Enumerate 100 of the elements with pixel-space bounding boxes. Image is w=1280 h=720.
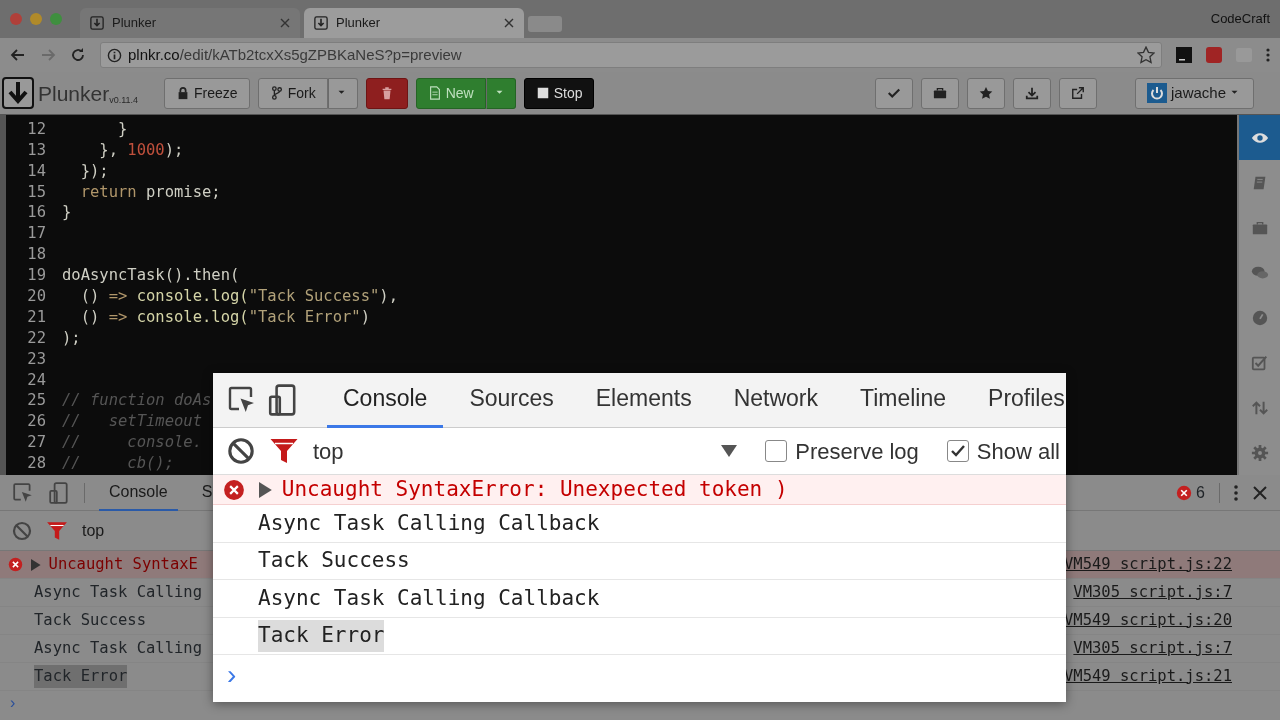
devtools-tab[interactable]: Timeline: [844, 372, 963, 428]
console-message: Uncaught SyntaxE: [48, 553, 198, 575]
checkbox-label: Preserve log: [795, 437, 919, 466]
dropdown-arrow-icon[interactable]: [721, 445, 738, 457]
line-number: 24: [26, 369, 46, 391]
context-selector[interactable]: top: [82, 518, 105, 543]
stop-icon: [535, 86, 550, 100]
error-icon: [223, 478, 245, 501]
reload-icon[interactable]: [70, 47, 86, 63]
arrows-icon: [1250, 398, 1269, 417]
code-line: () => console.log("Tack Error"): [79, 306, 370, 328]
console-message: Tack Error: [258, 620, 385, 652]
branch-icon: [269, 86, 284, 100]
code-line: // cb();: [62, 453, 174, 475]
line-number: 16: [26, 202, 46, 224]
check-icon: [886, 86, 901, 100]
check-button[interactable]: [874, 77, 913, 109]
browser-tab[interactable]: Plunker: [304, 8, 524, 38]
code-line: );: [62, 327, 81, 349]
line-number: 14: [26, 160, 46, 182]
user-menu-button[interactable]: jawache: [1134, 77, 1254, 109]
menu-icon[interactable]: [1234, 483, 1238, 502]
code-line: doAsyncTask().then(: [62, 265, 240, 287]
error-icon: [1176, 484, 1193, 501]
devtools-tab[interactable]: Sources: [453, 372, 570, 428]
code-line: // function doAs: [62, 390, 212, 412]
profile-name[interactable]: CodeCraft: [1210, 9, 1280, 29]
source-link[interactable]: VM549 script.js:20: [1064, 608, 1232, 633]
settings-icon: [1250, 443, 1269, 462]
external-button[interactable]: [1058, 77, 1097, 109]
close-icon[interactable]: [1252, 484, 1268, 501]
line-number: 17: [26, 223, 46, 245]
url-text: plnkr.co/edit/kATb2tcxXs5gZPBKaNeS?p=preview: [128, 44, 462, 65]
download-icon: [90, 16, 104, 30]
code-line: }: [62, 202, 72, 224]
devtools-tab[interactable]: Console: [99, 474, 178, 511]
gauge-icon: [1250, 308, 1269, 327]
code-line: }, 1000);: [98, 139, 184, 161]
console-message: Async Task Calling: [34, 581, 202, 603]
devtools-tab[interactable]: Network: [717, 372, 834, 428]
stop-button[interactable]: Stop: [523, 77, 595, 109]
back-icon[interactable]: [10, 47, 26, 63]
checkbox[interactable]: [765, 440, 788, 462]
star-icon[interactable]: [1137, 46, 1155, 64]
line-number: 22: [26, 327, 46, 349]
line-number: 26: [26, 411, 46, 433]
download-button[interactable]: [1012, 77, 1051, 109]
app-name: Plunker: [38, 80, 110, 107]
briefcase-button[interactable]: [920, 77, 959, 109]
star-button[interactable]: [966, 77, 1005, 109]
devtools-tab[interactable]: Elements: [579, 372, 708, 428]
fork-button[interactable]: Fork: [257, 77, 328, 109]
freeze-button[interactable]: Freeze: [164, 77, 250, 109]
code-line: () => console.log("Tack Success"),: [79, 285, 398, 307]
line-number: 25: [26, 390, 46, 412]
code-line: // setTimeout: [62, 411, 202, 433]
code-line: return promise;: [79, 181, 221, 203]
devtools-tab[interactable]: Console: [327, 372, 444, 428]
line-number: 20: [26, 285, 46, 307]
clear-icon[interactable]: [227, 437, 255, 465]
filter-icon[interactable]: [269, 436, 299, 466]
close-icon[interactable]: [280, 18, 290, 28]
filter-icon[interactable]: [46, 519, 68, 542]
prompt-icon[interactable]: ›: [227, 659, 237, 690]
source-link[interactable]: VM305 script.js:7: [1073, 636, 1232, 661]
line-number: 28: [26, 453, 46, 475]
line-number: 15: [26, 181, 46, 203]
devtools-tab[interactable]: Profiles: [972, 372, 1081, 428]
briefcase-icon: [932, 86, 947, 100]
line-number: 18: [26, 244, 46, 266]
delete-button[interactable]: [365, 77, 408, 109]
source-link[interactable]: VM549 script.js:21: [1064, 664, 1232, 689]
close-icon[interactable]: [504, 18, 514, 28]
console-message: Tack Success: [34, 609, 146, 631]
expand-arrow-icon[interactable]: [259, 481, 272, 498]
download-icon: [314, 16, 328, 30]
line-number: 13: [26, 139, 46, 161]
power-icon: [1146, 83, 1167, 103]
console-message: Async Task Calling Callback: [258, 509, 600, 537]
console-message: Tack Error: [34, 664, 128, 689]
devtools-tab[interactable]: S: [191, 474, 213, 511]
line-number: 27: [26, 432, 46, 454]
context-selector[interactable]: top: [313, 434, 344, 468]
check-icon: [949, 443, 966, 459]
new-button[interactable]: New: [415, 77, 486, 109]
expand-arrow-icon[interactable]: [31, 558, 41, 571]
address-bar[interactable]: plnkr.co/edit/kATb2tcxXs5gZPBKaNeS?p=preview: [100, 42, 1162, 68]
checkbox-icon: [1250, 353, 1269, 372]
sidebar-item[interactable]: [1239, 115, 1280, 160]
source-link[interactable]: VM549 script.js:22: [1064, 552, 1232, 577]
file-icon: [427, 86, 442, 100]
source-link[interactable]: VM305 script.js:7: [1073, 580, 1232, 605]
extension-icon[interactable]: [1176, 47, 1192, 63]
logo-icon[interactable]: [2, 77, 34, 109]
menu-icon[interactable]: [1266, 47, 1270, 63]
checkbox[interactable]: [946, 440, 969, 462]
line-number: 23: [26, 348, 46, 370]
star-icon: [978, 86, 993, 100]
browser-tab[interactable]: Plunker: [80, 8, 300, 38]
code-line: // console.: [62, 432, 202, 454]
